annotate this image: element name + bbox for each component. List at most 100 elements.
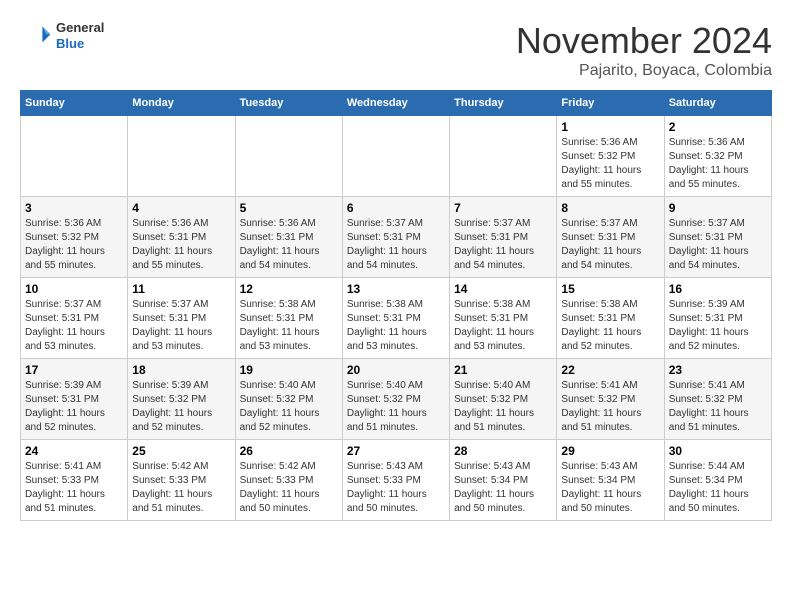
day-info: Sunrise: 5:37 AM Sunset: 5:31 PM Dayligh… <box>347 217 445 273</box>
location: Pajarito, Boyaca, Colombia <box>516 62 772 80</box>
day-number: 6 <box>347 201 445 215</box>
calendar-cell: 5Sunrise: 5:36 AM Sunset: 5:31 PM Daylig… <box>235 197 342 278</box>
day-info: Sunrise: 5:40 AM Sunset: 5:32 PM Dayligh… <box>347 379 445 435</box>
day-info: Sunrise: 5:39 AM Sunset: 5:31 PM Dayligh… <box>669 298 767 354</box>
logo-text: General Blue <box>56 20 104 51</box>
calendar-cell: 20 Sunrise: 5:40 AM Sunset: 5:32 PM Dayli… <box>342 359 449 440</box>
day-info: Sunrise: 5:44 AM Sunset: 5:34 PM Dayligh… <box>669 460 767 516</box>
day-number: 20 <box>347 363 445 377</box>
day-number: 28 <box>454 444 552 458</box>
calendar-cell: 25 Sunrise: 5:42 AM Sunset: 5:33 PM Dayli… <box>128 440 235 521</box>
day-number: 4 <box>132 201 230 215</box>
weekday-header: Saturday <box>664 91 771 116</box>
day-number: 30 <box>669 444 767 458</box>
calendar-week-row: 1 Sunrise: 5:36 AM Sunset: 5:32 PM Daylig… <box>21 116 772 197</box>
calendar-cell: 27Sunrise: 5:43 AM Sunset: 5:33 PM Dayli… <box>342 440 449 521</box>
day-info: Sunrise: 5:37 AM Sunset: 5:31 PM Dayligh… <box>25 298 123 354</box>
calendar-week-row: 10 Sunrise: 5:37 AM Sunset: 5:31 PM Dayli… <box>21 278 772 359</box>
day-number: 22 <box>561 363 659 377</box>
weekday-header: Monday <box>128 91 235 116</box>
weekday-header: Tuesday <box>235 91 342 116</box>
calendar-cell: 22Sunrise: 5:41 AM Sunset: 5:32 PM Dayli… <box>557 359 664 440</box>
calendar-cell: 1Sunrise: 5:36 AM Sunset: 5:32 PM Daylig… <box>557 116 664 197</box>
calendar: SundayMondayTuesdayWednesdayThursdayFrid… <box>20 90 772 521</box>
calendar-cell <box>21 116 128 197</box>
day-number: 2 <box>669 120 767 134</box>
day-info: Sunrise: 5:43 AM Sunset: 5:34 PM Dayligh… <box>454 460 552 516</box>
calendar-cell: 9Sunrise: 5:37 AM Sunset: 5:31 PM Daylig… <box>664 197 771 278</box>
calendar-cell: 28 Sunrise: 5:43 AM Sunset: 5:34 PM Dayli… <box>450 440 557 521</box>
weekday-header: Friday <box>557 91 664 116</box>
logo-blue: Blue <box>56 36 104 52</box>
weekday-header: Thursday <box>450 91 557 116</box>
day-info: Sunrise: 5:36 AM Sunset: 5:32 PM Dayligh… <box>669 136 767 192</box>
calendar-cell: 16 Sunrise: 5:39 AM Sunset: 5:31 PM Dayli… <box>664 278 771 359</box>
calendar-cell: 4 Sunrise: 5:36 AM Sunset: 5:31 PM Daylig… <box>128 197 235 278</box>
calendar-cell: 2 Sunrise: 5:36 AM Sunset: 5:32 PM Daylig… <box>664 116 771 197</box>
day-number: 10 <box>25 282 123 296</box>
calendar-cell: 14 Sunrise: 5:38 AM Sunset: 5:31 PM Dayli… <box>450 278 557 359</box>
calendar-cell: 3 Sunrise: 5:36 AM Sunset: 5:32 PM Daylig… <box>21 197 128 278</box>
calendar-cell: 19 Sunrise: 5:40 AM Sunset: 5:32 PM Dayli… <box>235 359 342 440</box>
day-info: Sunrise: 5:36 AM Sunset: 5:31 PM Dayligh… <box>240 217 338 273</box>
calendar-cell: 30 Sunrise: 5:44 AM Sunset: 5:34 PM Dayli… <box>664 440 771 521</box>
day-info: Sunrise: 5:40 AM Sunset: 5:32 PM Dayligh… <box>454 379 552 435</box>
day-info: Sunrise: 5:39 AM Sunset: 5:31 PM Dayligh… <box>25 379 123 435</box>
calendar-cell: 11 Sunrise: 5:37 AM Sunset: 5:31 PM Dayli… <box>128 278 235 359</box>
calendar-cell <box>342 116 449 197</box>
month-title: November 2024 <box>516 20 772 62</box>
day-number: 11 <box>132 282 230 296</box>
day-number: 21 <box>454 363 552 377</box>
calendar-cell: 6 Sunrise: 5:37 AM Sunset: 5:31 PM Daylig… <box>342 197 449 278</box>
day-info: Sunrise: 5:36 AM Sunset: 5:32 PM Dayligh… <box>25 217 123 273</box>
day-number: 26 <box>240 444 338 458</box>
day-info: Sunrise: 5:43 AM Sunset: 5:33 PM Dayligh… <box>347 460 445 516</box>
calendar-cell: 10 Sunrise: 5:37 AM Sunset: 5:31 PM Dayli… <box>21 278 128 359</box>
weekday-header: Wednesday <box>342 91 449 116</box>
day-info: Sunrise: 5:41 AM Sunset: 5:32 PM Dayligh… <box>669 379 767 435</box>
calendar-cell: 13 Sunrise: 5:38 AM Sunset: 5:31 PM Dayli… <box>342 278 449 359</box>
day-number: 13 <box>347 282 445 296</box>
calendar-week-row: 24Sunrise: 5:41 AM Sunset: 5:33 PM Dayli… <box>21 440 772 521</box>
calendar-cell <box>450 116 557 197</box>
day-info: Sunrise: 5:37 AM Sunset: 5:31 PM Dayligh… <box>132 298 230 354</box>
day-number: 14 <box>454 282 552 296</box>
day-info: Sunrise: 5:37 AM Sunset: 5:31 PM Dayligh… <box>454 217 552 273</box>
weekday-header: Sunday <box>21 91 128 116</box>
calendar-cell <box>235 116 342 197</box>
calendar-cell: 18 Sunrise: 5:39 AM Sunset: 5:32 PM Dayli… <box>128 359 235 440</box>
day-info: Sunrise: 5:38 AM Sunset: 5:31 PM Dayligh… <box>454 298 552 354</box>
day-info: Sunrise: 5:38 AM Sunset: 5:31 PM Dayligh… <box>240 298 338 354</box>
day-number: 12 <box>240 282 338 296</box>
page-header: General Blue November 2024 Pajarito, Boy… <box>20 20 772 80</box>
day-number: 1 <box>561 120 659 134</box>
day-number: 25 <box>132 444 230 458</box>
calendar-cell: 29Sunrise: 5:43 AM Sunset: 5:34 PM Dayli… <box>557 440 664 521</box>
day-info: Sunrise: 5:42 AM Sunset: 5:33 PM Dayligh… <box>132 460 230 516</box>
logo-icon <box>20 20 52 52</box>
calendar-cell: 17Sunrise: 5:39 AM Sunset: 5:31 PM Dayli… <box>21 359 128 440</box>
title-block: November 2024 Pajarito, Boyaca, Colombia <box>516 20 772 80</box>
calendar-cell: 12 Sunrise: 5:38 AM Sunset: 5:31 PM Dayli… <box>235 278 342 359</box>
calendar-cell: 8Sunrise: 5:37 AM Sunset: 5:31 PM Daylig… <box>557 197 664 278</box>
day-info: Sunrise: 5:37 AM Sunset: 5:31 PM Dayligh… <box>561 217 659 273</box>
calendar-cell: 24Sunrise: 5:41 AM Sunset: 5:33 PM Dayli… <box>21 440 128 521</box>
day-info: Sunrise: 5:38 AM Sunset: 5:31 PM Dayligh… <box>347 298 445 354</box>
day-number: 19 <box>240 363 338 377</box>
day-info: Sunrise: 5:36 AM Sunset: 5:31 PM Dayligh… <box>132 217 230 273</box>
calendar-cell: 23 Sunrise: 5:41 AM Sunset: 5:32 PM Dayli… <box>664 359 771 440</box>
day-info: Sunrise: 5:43 AM Sunset: 5:34 PM Dayligh… <box>561 460 659 516</box>
day-number: 16 <box>669 282 767 296</box>
calendar-cell <box>128 116 235 197</box>
logo: General Blue <box>20 20 104 52</box>
calendar-cell: 15 Sunrise: 5:38 AM Sunset: 5:31 PM Dayli… <box>557 278 664 359</box>
day-info: Sunrise: 5:39 AM Sunset: 5:32 PM Dayligh… <box>132 379 230 435</box>
day-info: Sunrise: 5:38 AM Sunset: 5:31 PM Dayligh… <box>561 298 659 354</box>
day-number: 3 <box>25 201 123 215</box>
day-info: Sunrise: 5:40 AM Sunset: 5:32 PM Dayligh… <box>240 379 338 435</box>
calendar-week-row: 17Sunrise: 5:39 AM Sunset: 5:31 PM Dayli… <box>21 359 772 440</box>
day-number: 15 <box>561 282 659 296</box>
day-number: 18 <box>132 363 230 377</box>
day-number: 7 <box>454 201 552 215</box>
day-number: 23 <box>669 363 767 377</box>
